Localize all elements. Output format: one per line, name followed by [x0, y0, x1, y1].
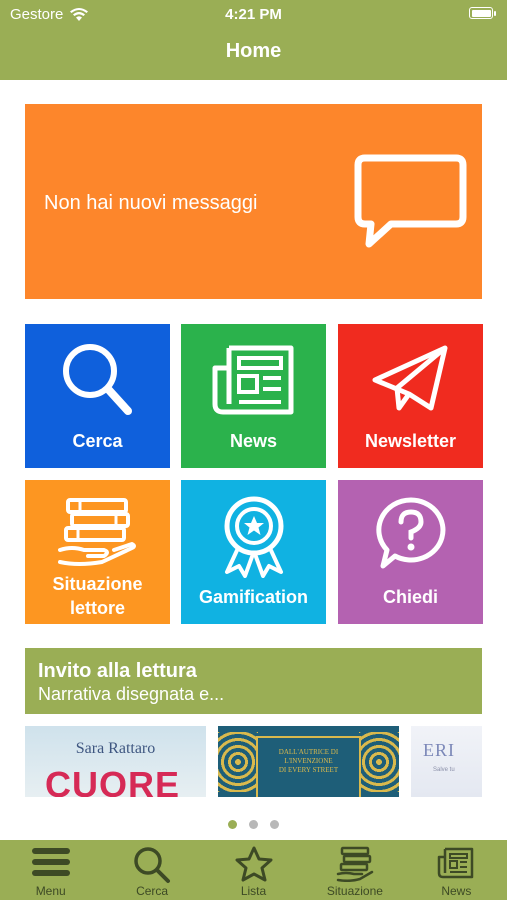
- tab-lista[interactable]: Lista: [203, 840, 304, 900]
- tile-label: Gamification: [198, 587, 309, 607]
- header: Gestore 4:21 PM Home: [0, 0, 507, 80]
- battery-icon: [469, 7, 496, 19]
- tab-label: Menu: [35, 884, 66, 898]
- book-cover[interactable]: DALL'AUTRICE DI L'INVENZIONE DI EVERY ST…: [218, 726, 399, 797]
- search-icon: [134, 847, 171, 883]
- paper-plane-icon: [372, 345, 447, 411]
- award-ribbon-icon: [224, 496, 283, 578]
- book-cover[interactable]: ERI Salve tu: [411, 726, 482, 797]
- ornament: [218, 732, 258, 792]
- tile-label: Newsletter: [364, 431, 457, 451]
- messages-text: Non hai nuovi messaggi: [44, 192, 258, 214]
- tile-label: News: [229, 431, 278, 451]
- hamburger-icon: [31, 848, 70, 876]
- books-hand-icon: [336, 846, 374, 882]
- tab-label: Lista: [240, 884, 267, 898]
- tab-label: Cerca: [136, 884, 169, 898]
- invito-title: Invito alla lettura: [38, 660, 197, 682]
- status-bar: Gestore 4:21 PM: [0, 6, 507, 24]
- books-hand-icon: [57, 498, 136, 566]
- question-bubble-icon: [375, 497, 445, 569]
- messages-banner[interactable]: Non hai nuovi messaggi: [25, 104, 482, 299]
- cover-text: DALL'AUTRICE DI L'INVENZIONE DI EVERY ST…: [278, 748, 339, 774]
- clock: 4:21 PM: [225, 6, 282, 23]
- page-title: Home: [225, 40, 282, 62]
- tab-cerca[interactable]: Cerca: [101, 840, 202, 900]
- tile-label: Situazione lettore: [52, 574, 143, 618]
- tab-bar: Menu Cerca Lista Situazione News: [0, 840, 507, 900]
- page-dot[interactable]: [270, 820, 279, 829]
- ornament: [359, 732, 399, 792]
- tile-situazione-lettore[interactable]: Situazione lettore: [25, 480, 170, 624]
- page-indicator[interactable]: [0, 820, 507, 829]
- tile-gamification[interactable]: Gamification: [181, 480, 326, 624]
- chat-bubble-icon: [354, 154, 467, 248]
- star-icon: [235, 846, 273, 882]
- page-dot[interactable]: [249, 820, 258, 829]
- newspaper-icon: [212, 345, 293, 415]
- book-carousel[interactable]: Sara Rattaro CUORE DALL'AUTRICE DI L'INV…: [25, 726, 482, 797]
- book-title: CUORE: [45, 764, 181, 797]
- tile-label: Cerca: [72, 431, 123, 451]
- book-title: ERI: [423, 740, 455, 760]
- invito-section-header[interactable]: Invito alla lettura Narrativa disegnata …: [25, 648, 482, 714]
- search-icon: [62, 344, 132, 415]
- book-subtitle: Salve tu: [433, 767, 455, 773]
- tab-label: News: [441, 884, 472, 898]
- tile-news[interactable]: News: [181, 324, 326, 468]
- book-author: Sara Rattaro: [75, 740, 156, 757]
- tab-situazione[interactable]: Situazione: [304, 840, 405, 900]
- page-dot[interactable]: [228, 820, 237, 829]
- book-cover[interactable]: Sara Rattaro CUORE: [25, 726, 206, 797]
- tile-cerca[interactable]: Cerca: [25, 324, 170, 468]
- tab-news[interactable]: News: [406, 840, 507, 900]
- tile-newsletter[interactable]: Newsletter: [338, 324, 483, 468]
- newspaper-icon: [438, 847, 474, 879]
- tile-chiedi[interactable]: Chiedi: [338, 480, 483, 624]
- invito-subtitle: Narrativa disegnata e...: [38, 684, 225, 704]
- tab-menu[interactable]: Menu: [0, 840, 101, 900]
- tab-label: Situazione: [326, 884, 383, 898]
- tile-label: Chiedi: [382, 587, 438, 607]
